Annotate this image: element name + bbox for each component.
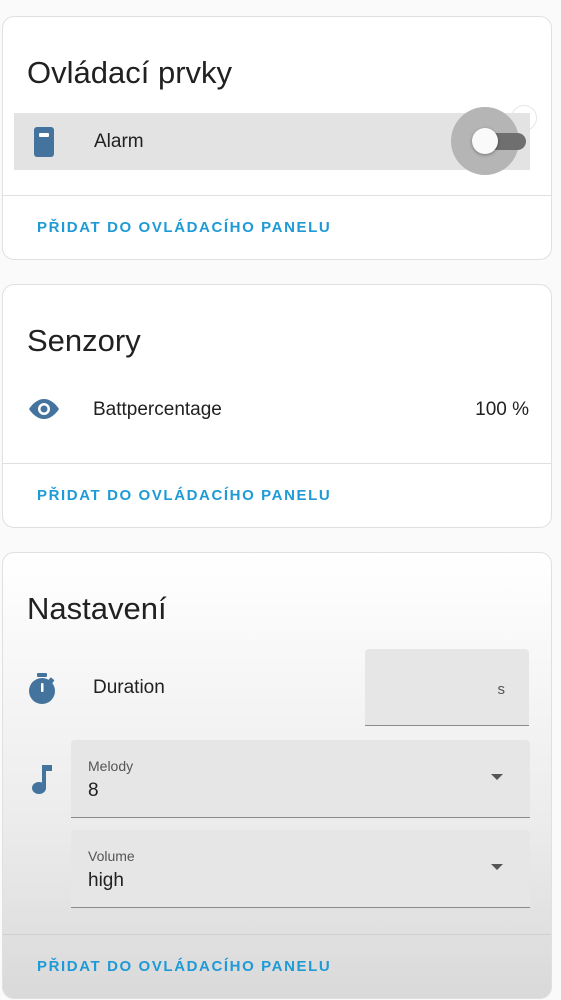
alarm-toggle[interactable] <box>472 128 498 154</box>
settings-card-title: Nastavení <box>27 591 167 626</box>
alarm-entity-name: Alarm <box>94 131 144 152</box>
settings-card: Nastavení Duration s Melody 8 Volume hig… <box>2 552 552 999</box>
alarm-entity-row[interactable]: Alarm <box>14 107 530 175</box>
duration-entity-row: Duration s <box>3 649 551 727</box>
volume-select-value: high <box>88 870 124 891</box>
melody-select[interactable]: Melody 8 <box>71 740 530 818</box>
melody-select-value: 8 <box>88 780 99 801</box>
music-note-icon <box>32 765 52 794</box>
volume-select[interactable]: Volume high <box>71 830 530 908</box>
device-page: Ovládací prvky Alarm PŘIDAT DO OVLÁDACÍH… <box>0 0 561 1000</box>
controls-card-footer: PŘIDAT DO OVLÁDACÍHO PANELU <box>3 195 551 259</box>
controls-card: Ovládací prvky Alarm PŘIDAT DO OVLÁDACÍH… <box>2 16 552 260</box>
add-to-dashboard-button[interactable]: PŘIDAT DO OVLÁDACÍHO PANELU <box>37 219 331 236</box>
battpercentage-entity-row[interactable]: Battpercentage 100 % <box>3 385 551 433</box>
add-to-dashboard-button[interactable]: PŘIDAT DO OVLÁDACÍHO PANELU <box>37 958 331 975</box>
add-to-dashboard-button[interactable]: PŘIDAT DO OVLÁDACÍHO PANELU <box>37 487 331 504</box>
duration-field[interactable]: s <box>365 649 529 726</box>
timer-icon <box>29 673 55 704</box>
sensors-card-title: Senzory <box>27 323 141 358</box>
eye-icon <box>29 399 59 419</box>
battpercentage-value: 100 % <box>475 399 529 420</box>
volume-select-label: Volume <box>88 848 135 864</box>
dropdown-arrow-icon <box>491 774 503 780</box>
duration-input[interactable] <box>375 675 489 697</box>
sensors-card-footer: PŘIDAT DO OVLÁDACÍHO PANELU <box>3 463 551 527</box>
battpercentage-entity-name: Battpercentage <box>93 399 222 420</box>
doorbell-icon <box>34 127 54 157</box>
dropdown-arrow-icon <box>491 864 503 870</box>
settings-card-footer: PŘIDAT DO OVLÁDACÍHO PANELU <box>3 934 551 998</box>
sensors-card: Senzory Battpercentage 100 % PŘIDAT DO O… <box>2 284 552 528</box>
controls-card-title: Ovládací prvky <box>27 55 233 90</box>
duration-unit: s <box>497 681 506 698</box>
duration-entity-name: Duration <box>93 677 165 698</box>
melody-select-label: Melody <box>88 758 134 774</box>
